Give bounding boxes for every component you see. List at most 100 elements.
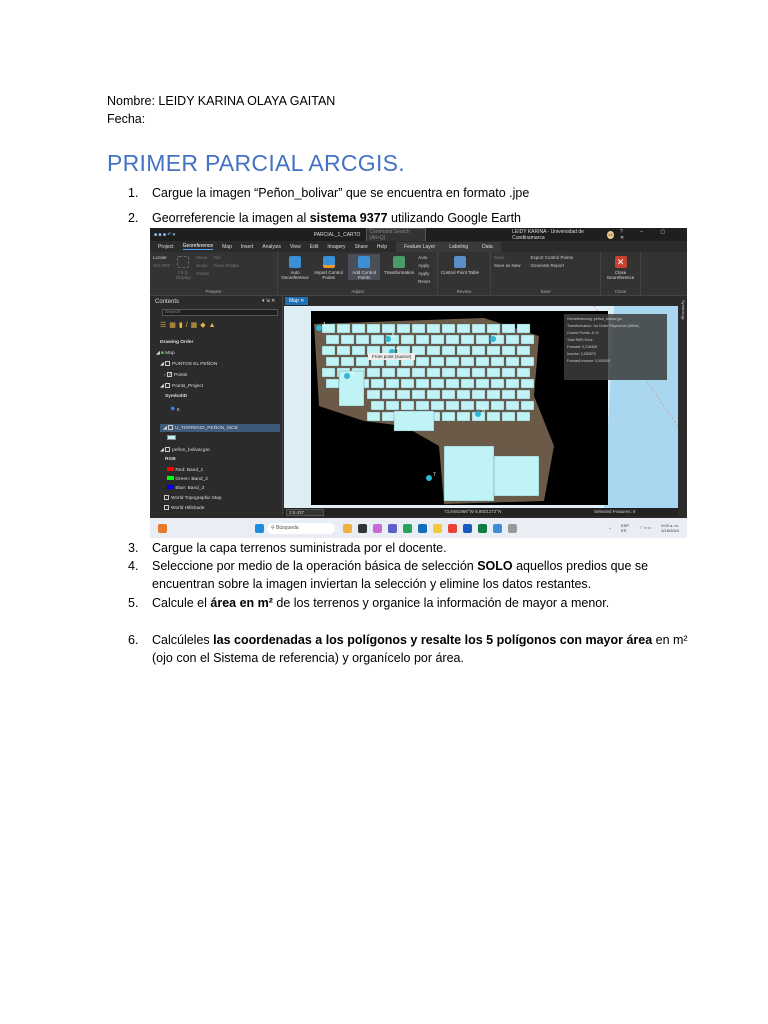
pin-label: 7 (433, 472, 436, 478)
outlook-icon (418, 523, 427, 533)
parcel (501, 367, 516, 378)
map-view[interactable]: 1 2 3 4 5 6 7 From point (source) Georeferenci… (284, 305, 679, 508)
transformation-button[interactable]: Transformation (384, 254, 414, 275)
parcel (400, 400, 415, 411)
parcel (426, 367, 441, 378)
save-as-new-button[interactable]: Save as New (494, 262, 521, 270)
parcel (370, 334, 385, 345)
parcel (441, 411, 456, 422)
parcel (393, 410, 435, 432)
reset-button[interactable]: Reset (418, 278, 434, 286)
control-point-table-button[interactable]: Control Point Table (441, 254, 479, 275)
parcel (475, 378, 490, 389)
group-review: Control Point Table Review (438, 252, 491, 295)
parcel (471, 323, 486, 334)
layer-puntos[interactable]: ◢ PUNTOS EL PEÑON (160, 361, 217, 367)
weather-icon[interactable] (158, 523, 167, 533)
layer-world-topo[interactable]: World Topographic Map (164, 495, 221, 501)
student-name: Nombre: LEIDY KARINA OLAYA GAITAN (107, 94, 336, 108)
pin-label: 6 (482, 408, 485, 414)
parcel (443, 445, 495, 502)
tab-labeling[interactable]: Labeling (449, 244, 468, 250)
parcel (338, 370, 365, 407)
arcgis-screenshot: ■ ■ ■ ↶ ▾ PARCIAL_1_CARTO Command Search… (150, 228, 687, 538)
tab-georeference[interactable]: Georeference (182, 243, 214, 250)
parcel (411, 367, 426, 378)
copilot-icon (373, 523, 382, 533)
parcel (505, 400, 520, 411)
tab-data[interactable]: Data (482, 244, 493, 250)
pin-label: 5 (392, 333, 395, 339)
tab-map-view[interactable]: Map ✕ (285, 297, 309, 305)
tab-map[interactable]: Map (222, 244, 232, 250)
save-button[interactable]: Save (494, 254, 521, 262)
parcel (400, 334, 415, 345)
add-control-points-button[interactable]: Add Control Points (348, 254, 381, 280)
layer-world-hillshade[interactable]: World Hillshade (164, 505, 205, 511)
whatsapp-icon (403, 523, 412, 533)
group-label: Save (540, 289, 551, 294)
panel-line: Total RMS Error: (567, 338, 594, 342)
locate-button[interactable]: Locate (153, 254, 170, 262)
tab-imagery[interactable]: Imagery (327, 244, 345, 250)
parcel (370, 400, 385, 411)
layer-points[interactable]: › ✓ Points (164, 372, 187, 378)
parcel (516, 389, 531, 400)
tab-edit[interactable]: Edit (310, 244, 319, 250)
coordinates-readout: 73,9481966°W 8,9001272°N (444, 509, 502, 514)
tab-share[interactable]: Share (354, 244, 367, 250)
tooltip: From point (source) (368, 353, 416, 360)
move-button[interactable]: Move (196, 254, 209, 262)
parcel (321, 345, 336, 356)
layer-terreno[interactable]: ◢ U_TERRENO_PEÑON_MCB (160, 424, 280, 432)
apply-button[interactable]: Apply (418, 270, 434, 278)
set-srs-button[interactable]: Set SRS (153, 262, 170, 270)
window-controls[interactable]: ? – ▢ ✕ (620, 229, 683, 241)
parcel (501, 411, 516, 422)
command-search[interactable]: Command Search (Alt+Q) (366, 228, 427, 242)
tab-help[interactable]: Help (377, 244, 387, 250)
list-item: 3. Cargue la capa terrenos suministrada p… (128, 541, 447, 555)
panel-line: Forward: 0,218408 (567, 345, 598, 349)
import-control-points-button[interactable]: Import Control Points (313, 254, 344, 280)
parcel (340, 334, 355, 345)
symbology-sidebar[interactable]: Symbology (678, 296, 687, 515)
parcel (490, 356, 505, 367)
selected-features[interactable]: Selected Features: 8 (594, 509, 636, 514)
fixed-rotate-button[interactable]: Fixed Rotate (214, 262, 240, 270)
contents-toolbar-icons[interactable]: ☰▦▮/▦◆▲ (160, 321, 219, 329)
pin-label: 3 (351, 370, 354, 376)
avatar[interactable]: LK (607, 230, 615, 239)
parcel (381, 389, 396, 400)
scale-input[interactable]: 1:5.437 (286, 509, 324, 516)
group-label: Review (456, 289, 472, 294)
layer-peñon-image[interactable]: ◢ peñon_bolivar.jpe (160, 447, 210, 453)
tab-insert[interactable]: Insert (241, 244, 254, 250)
clock[interactable]: 9:03 a. m. 3/18/2024 (661, 523, 679, 533)
parcel (505, 378, 520, 389)
auto-apply-button[interactable]: Auto Apply (418, 254, 434, 270)
close-georeference-button[interactable]: ✕ Close Georeference (604, 254, 637, 280)
app-icon (358, 523, 367, 533)
tab-project[interactable]: Project (158, 244, 174, 250)
contents-search[interactable]: Search (162, 309, 278, 316)
auto-georeference-button[interactable]: Auto Georeference (281, 254, 309, 280)
generate-report-button[interactable]: Generate Report (531, 262, 574, 270)
pane-controls[interactable]: ▾ ⇲ ✕ (262, 299, 275, 304)
layer-points-project[interactable]: ◢ Points_Project (160, 383, 203, 389)
rotate-button[interactable]: Rotate (196, 270, 209, 278)
tab-analysis[interactable]: Analysis (262, 244, 281, 250)
fit-display-button[interactable]: Fit to Display (174, 254, 192, 280)
scale-button[interactable]: Scale (196, 262, 209, 270)
layer-map[interactable]: ◢ ■ Map (156, 351, 175, 356)
chrome-icon (448, 523, 457, 533)
taskbar-search[interactable]: ⚲ Búsqueda (267, 522, 335, 534)
flip-button[interactable]: Flip (214, 254, 240, 262)
tab-feature-layer[interactable]: Feature Layer (404, 244, 435, 250)
tab-view[interactable]: View (290, 244, 301, 250)
windows-start-icon[interactable] (255, 523, 264, 533)
parcel (501, 389, 516, 400)
export-control-points-button[interactable]: Export Control Points (531, 254, 574, 262)
georeference-info-panel: Georeferencing: peñon_bolivar.jpe Transf… (564, 314, 667, 380)
parcel (486, 323, 501, 334)
